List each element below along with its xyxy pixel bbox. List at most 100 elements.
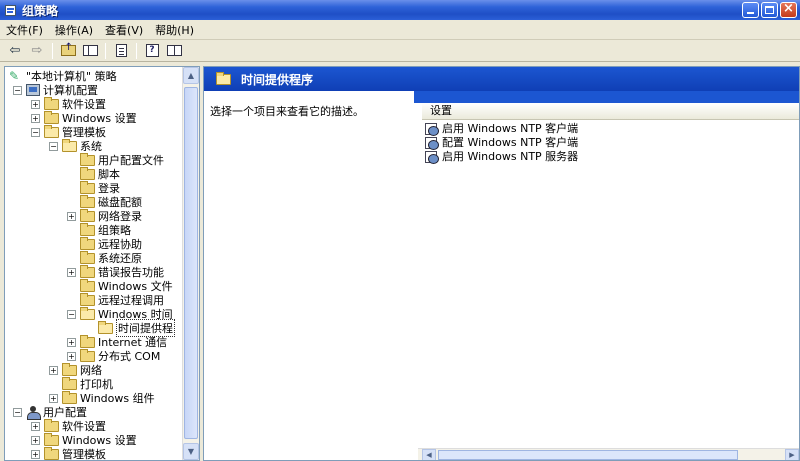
expand-icon[interactable]: +: [31, 435, 40, 445]
policy-setting-icon: [424, 136, 439, 150]
show-hide-action-pane-button[interactable]: [163, 41, 185, 61]
folder-open-icon: [62, 138, 77, 152]
description-text: 选择一个项目来查看它的描述。: [210, 105, 364, 118]
tree-item-disk-quotas[interactable]: 磁盘配额: [80, 194, 142, 209]
scroll-left-icon[interactable]: ◀: [422, 449, 436, 460]
expand-icon[interactable]: +: [67, 351, 76, 361]
tree-item-net-logon[interactable]: + 网络登录: [67, 208, 142, 223]
tree-item-user-config[interactable]: − 用户配置: [13, 405, 87, 420]
tree-item-internet-communication[interactable]: + Internet 通信: [67, 334, 167, 349]
setting-label: 启用 Windows NTP 服务器: [442, 150, 579, 163]
tree-item-time-providers[interactable]: 时间提供程: [98, 319, 175, 337]
menu-bar: 文件(F) 操作(A) 查看(V) 帮助(H): [0, 20, 800, 40]
window-title: 组策略: [22, 3, 59, 18]
description-area: 选择一个项目来查看它的描述。: [204, 91, 418, 460]
folder-icon: [44, 110, 59, 124]
tree-item-local-policy[interactable]: ✎ "本地计算机" 策略: [9, 69, 117, 83]
tree-item-printers[interactable]: 打印机: [62, 376, 113, 391]
expand-icon[interactable]: +: [67, 267, 76, 277]
folder-icon: [44, 96, 59, 110]
expand-icon[interactable]: +: [31, 421, 40, 431]
scrollbar-thumb[interactable]: [438, 450, 738, 460]
tree-item-rpc[interactable]: 远程过程调用: [80, 292, 164, 307]
expand-icon[interactable]: +: [49, 393, 58, 403]
menu-view[interactable]: 查看(V): [99, 22, 149, 38]
back-button[interactable]: ⇦: [4, 41, 26, 61]
folder-icon: [62, 390, 77, 404]
show-hide-tree-button[interactable]: [79, 41, 101, 61]
details-header: 时间提供程序: [204, 67, 799, 91]
tree-item-windows-components[interactable]: + Windows 组件: [49, 390, 155, 405]
collapse-icon[interactable]: −: [49, 141, 58, 151]
folder-icon: [80, 348, 95, 362]
tree-vertical-scrollbar[interactable]: ▲ ▼: [182, 67, 199, 460]
expand-icon[interactable]: +: [31, 449, 40, 459]
collapse-icon[interactable]: −: [13, 85, 22, 95]
collapse-icon[interactable]: −: [31, 127, 40, 137]
tree-item-label: Windows 组件: [80, 392, 155, 405]
menu-help[interactable]: 帮助(H): [149, 22, 200, 38]
tree-item-windows-file-protection[interactable]: Windows 文件: [80, 278, 173, 293]
scroll-right-icon[interactable]: ▶: [785, 449, 799, 460]
column-header-setting[interactable]: 设置: [422, 103, 799, 120]
scroll-up-icon[interactable]: ▲: [183, 67, 199, 84]
list-item[interactable]: 启用 Windows NTP 客户端: [424, 121, 578, 136]
tree-item-scripts[interactable]: 脚本: [80, 166, 120, 181]
console-tree[interactable]: ✎ "本地计算机" 策略 − 计算机配置 + 软件设置 + Windows 设置…: [4, 66, 200, 461]
back-arrow-icon: ⇦: [9, 43, 21, 58]
list-item[interactable]: 启用 Windows NTP 服务器: [424, 149, 579, 164]
list-item[interactable]: 配置 Windows NTP 客户端: [424, 135, 578, 150]
tree-item-user-windows-settings[interactable]: + Windows 设置: [31, 432, 137, 447]
export-list-button[interactable]: [110, 41, 132, 61]
folder-icon: [80, 180, 95, 194]
console-tree-icon: [82, 45, 98, 56]
up-one-level-button[interactable]: [57, 41, 79, 61]
expand-icon[interactable]: +: [67, 337, 76, 347]
folder-open-icon: [216, 71, 231, 85]
tree-item-system-restore[interactable]: 系统还原: [80, 250, 142, 265]
tree-item-windows-settings[interactable]: + Windows 设置: [31, 110, 137, 125]
policy-setting-icon: [424, 150, 439, 164]
scroll-down-icon[interactable]: ▼: [183, 443, 199, 460]
expand-icon[interactable]: +: [31, 99, 40, 109]
tree-item-system[interactable]: − 系统: [49, 138, 102, 153]
tree-item-user-software-settings[interactable]: + 软件设置: [31, 418, 106, 433]
tree-item-remote-assistance[interactable]: 远程协助: [80, 236, 142, 251]
user-icon: [26, 406, 41, 420]
expand-icon[interactable]: +: [49, 365, 58, 375]
tree-item-label: 管理模板: [62, 448, 106, 461]
scrollbar-thumb[interactable]: [184, 87, 198, 439]
tree-item-user-profiles[interactable]: 用户配置文件: [80, 152, 164, 167]
tree-item-network[interactable]: + 网络: [49, 362, 102, 377]
folder-open-icon: [80, 306, 95, 320]
settings-list[interactable]: 设置 启用 Windows NTP 客户端 配置 Windows NTP 客户端…: [418, 103, 799, 460]
help-button[interactable]: ?: [141, 41, 163, 61]
tree-item-user-admin-templates[interactable]: + 管理模板: [31, 446, 106, 461]
title-bar[interactable]: 组策略 ×: [0, 0, 800, 20]
minimize-button[interactable]: [742, 2, 759, 18]
tree-item-software-settings[interactable]: + 软件设置: [31, 96, 106, 111]
tree-item-group-policy[interactable]: 组策略: [80, 222, 131, 237]
folder-icon: [80, 278, 95, 292]
menu-file[interactable]: 文件(F): [0, 22, 49, 38]
tree-item-distributed-com[interactable]: + 分布式 COM: [67, 348, 160, 363]
expand-icon[interactable]: +: [31, 113, 40, 123]
collapse-icon[interactable]: −: [13, 407, 22, 417]
folder-icon: [80, 334, 95, 348]
menu-action[interactable]: 操作(A): [49, 22, 99, 38]
expand-icon[interactable]: +: [67, 211, 76, 221]
toolbar-separator: [105, 42, 106, 59]
maximize-button[interactable]: [761, 2, 778, 18]
toolbar-separator: [136, 42, 137, 59]
tree-item-computer-config[interactable]: − 计算机配置: [13, 83, 98, 97]
details-title: 时间提供程序: [241, 72, 314, 87]
forward-button[interactable]: ⇨: [26, 41, 48, 61]
tree-item-admin-templates[interactable]: − 管理模板: [31, 124, 106, 139]
list-horizontal-scrollbar[interactable]: ◀ ▶: [418, 448, 799, 460]
details-pane: 时间提供程序 选择一个项目来查看它的描述。 设置 启用 Windows NTP …: [203, 66, 800, 461]
collapse-icon[interactable]: −: [67, 309, 76, 319]
close-button[interactable]: ×: [780, 1, 797, 18]
folder-icon: [80, 152, 95, 166]
tree-item-error-reporting[interactable]: + 错误报告功能: [67, 264, 164, 279]
tree-item-logon[interactable]: 登录: [80, 180, 120, 195]
